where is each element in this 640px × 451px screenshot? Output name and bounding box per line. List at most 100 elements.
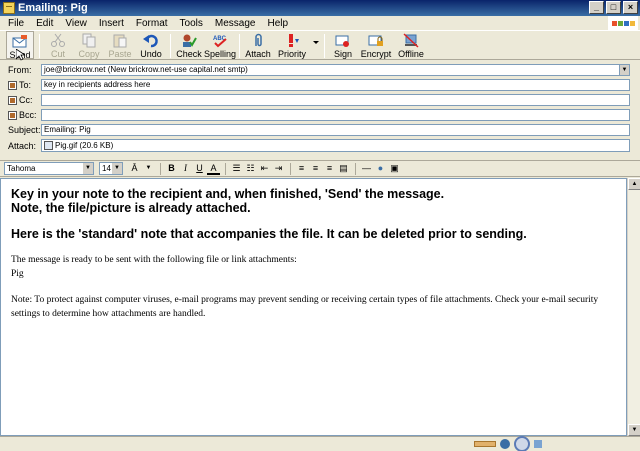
increase-indent-icon[interactable]: ⇥ <box>272 162 285 175</box>
tray-network-icon[interactable] <box>534 440 542 448</box>
format-separator <box>290 162 291 175</box>
check-names-button[interactable]: Check <box>175 31 203 59</box>
menu-message[interactable]: Message <box>215 18 256 29</box>
align-right-icon[interactable]: ≡ <box>323 162 336 175</box>
paragraph-style-dropdown[interactable]: ▼ <box>142 162 155 175</box>
attach-button[interactable]: Attach <box>244 31 272 59</box>
priority-dropdown[interactable] <box>312 31 320 48</box>
bullet-list-icon[interactable]: ☷ <box>244 162 257 175</box>
tray-disc-icon[interactable] <box>514 436 530 451</box>
format-toolbar: Tahoma ▼ 14 ▼ Ā ▼ B I U A ☰ ☷ ⇤ ⇥ ≡ ≡ ≡ ▤ … <box>0 160 640 177</box>
bcc-label: Bcc: <box>19 110 37 120</box>
cc-field[interactable] <box>41 94 630 106</box>
to-label: To: <box>19 80 32 90</box>
chevron-down-icon[interactable]: ▼ <box>619 65 629 75</box>
bcc-address-book-button[interactable]: Bcc: <box>0 110 40 120</box>
attach-field-label: Attach: <box>8 141 37 151</box>
toolbar-separator <box>239 34 240 58</box>
menu-help[interactable]: Help <box>267 18 288 29</box>
format-separator <box>355 162 356 175</box>
bold-button[interactable]: B <box>165 162 178 175</box>
system-tray <box>474 436 542 451</box>
cut-button[interactable]: Cut <box>44 31 72 59</box>
to-address-book-button[interactable]: To: <box>0 80 40 90</box>
menu-view[interactable]: View <box>65 18 87 29</box>
encrypt-button[interactable]: Encrypt <box>360 31 392 59</box>
spelling-icon: ABC <box>212 33 228 48</box>
chevron-down-icon[interactable]: ▼ <box>112 163 122 174</box>
minimize-button[interactable]: _ <box>589 1 604 14</box>
priority-label: Priority <box>277 49 306 59</box>
font-color-button[interactable]: A <box>207 162 220 175</box>
status-bar <box>0 436 640 451</box>
menu-edit[interactable]: Edit <box>36 18 53 29</box>
undo-label: Undo <box>140 49 162 59</box>
body-line: Note, the file/picture is already attach… <box>11 201 251 215</box>
close-button[interactable]: × <box>623 1 638 14</box>
priority-exclamation-icon <box>284 33 300 48</box>
font-size-select[interactable]: 14 ▼ <box>99 162 123 175</box>
sign-label: Sign <box>333 49 352 59</box>
horizontal-line-icon[interactable]: — <box>360 162 373 175</box>
address-book-icon <box>8 80 17 90</box>
bcc-field[interactable] <box>41 109 630 121</box>
window-title: Emailing: Pig <box>18 2 88 14</box>
paperclip-icon <box>250 33 266 48</box>
from-select[interactable]: joe@brickrow.net (New brickrow.net-use c… <box>41 64 630 76</box>
message-body[interactable]: Key in your note to the recipient and, w… <box>0 178 627 436</box>
font-size-value: 14 <box>102 164 111 173</box>
body-line: Pig <box>11 269 24 279</box>
body-line: The message is ready to be sent with the… <box>11 255 297 265</box>
chevron-down-icon[interactable]: ▼ <box>83 163 93 174</box>
encrypt-lock-icon <box>368 33 384 48</box>
offline-button[interactable]: Offline <box>395 31 427 59</box>
undo-button[interactable]: Undo <box>137 31 165 59</box>
from-value: joe@brickrow.net (New brickrow.net-use c… <box>44 65 248 74</box>
attachment-item[interactable]: Pig.gif (20.6 KB) <box>55 141 113 151</box>
priority-button[interactable]: Priority <box>275 31 309 59</box>
from-label: From: <box>8 65 32 75</box>
decrease-indent-icon[interactable]: ⇤ <box>258 162 271 175</box>
align-center-icon[interactable]: ≡ <box>309 162 322 175</box>
align-left-icon[interactable]: ≡ <box>295 162 308 175</box>
body-line: Here is the 'standard' note that accompa… <box>11 227 527 241</box>
paste-button[interactable]: Paste <box>106 31 134 59</box>
scroll-up-icon[interactable]: ▲ <box>628 178 640 190</box>
insert-picture-icon[interactable]: ▣ <box>388 162 401 175</box>
attachment-list[interactable]: Pig.gif (20.6 KB) <box>41 139 630 152</box>
cc-address-book-button[interactable]: Cc: <box>0 95 40 105</box>
undo-arrow-icon <box>143 33 159 48</box>
numbered-list-icon[interactable]: ☰ <box>230 162 243 175</box>
menu-insert[interactable]: Insert <box>99 18 124 29</box>
underline-button[interactable]: U <box>193 162 206 175</box>
spelling-label: Spelling <box>203 49 237 59</box>
address-book-icon <box>8 110 17 120</box>
sign-button[interactable]: Sign <box>329 31 357 59</box>
paragraph-style-button[interactable]: Ā <box>128 162 141 175</box>
scroll-down-icon[interactable]: ▼ <box>628 424 640 436</box>
font-select[interactable]: Tahoma ▼ <box>4 162 94 175</box>
spelling-button[interactable]: ABC Spelling <box>203 31 237 59</box>
envelope-icon <box>3 2 15 14</box>
menu-format[interactable]: Format <box>136 18 168 29</box>
vertical-scrollbar[interactable]: ▲ ▼ <box>627 178 640 436</box>
title-bar: Emailing: Pig _ □ × <box>0 0 640 16</box>
subject-label: Subject: <box>8 125 41 135</box>
maximize-button[interactable]: □ <box>606 1 621 14</box>
subject-field[interactable]: Emailing: Pig <box>41 124 630 136</box>
justify-icon[interactable]: ▤ <box>337 162 350 175</box>
insert-link-icon[interactable]: ● <box>374 162 387 175</box>
tray-app-icon[interactable] <box>474 441 496 447</box>
italic-button[interactable]: I <box>179 162 192 175</box>
cut-label: Cut <box>50 49 65 59</box>
body-line: settings to determine how attachments ar… <box>11 309 206 319</box>
menu-file[interactable]: File <box>8 18 24 29</box>
encrypt-label: Encrypt <box>360 49 392 59</box>
copy-button[interactable]: Copy <box>75 31 103 59</box>
menu-tools[interactable]: Tools <box>180 18 203 29</box>
tray-globe-icon[interactable] <box>500 439 510 449</box>
send-icon <box>12 34 28 49</box>
image-file-icon <box>44 141 53 150</box>
to-field[interactable]: key in recipients address here <box>41 79 630 91</box>
attach-label: Attach <box>245 49 271 59</box>
